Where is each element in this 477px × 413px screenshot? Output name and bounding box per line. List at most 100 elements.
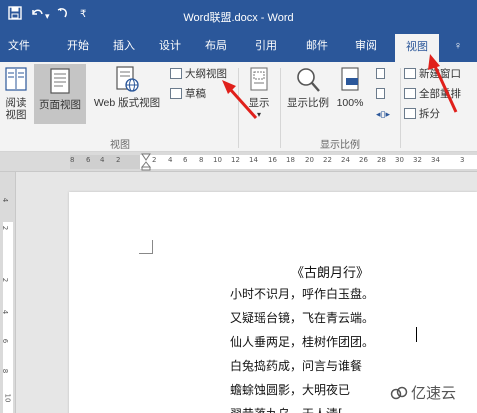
web-layout-label: Web 版式视图 — [93, 97, 161, 109]
ruler-tick-label: 8 — [70, 156, 75, 164]
tell-me-icon[interactable]: ♀ — [448, 30, 468, 62]
tab-layout[interactable]: 布局 — [196, 30, 236, 62]
tab-references[interactable]: 引用 — [246, 30, 286, 62]
arrange-all-label: 全部重排 — [419, 88, 461, 100]
read-mode-label: 阅读 视图 — [5, 97, 27, 121]
views-group-label: 视图 — [110, 140, 130, 151]
vertical-ruler-tick-label: 2 — [1, 225, 10, 231]
vertical-ruler-tick-label: 4 — [1, 309, 10, 315]
vertical-ruler-tick-label: 4 — [1, 197, 10, 203]
outline-button[interactable]: 大纲视图 — [170, 66, 227, 82]
web-layout-icon — [116, 66, 139, 92]
ruler-tick-label: 32 — [413, 156, 422, 164]
document-area[interactable]: 《古朗月行》 小时不识月，呼作白玉盘。 又疑瑶台镜，飞在青云端。 仙人垂两足，桂… — [16, 172, 477, 413]
horizontal-ruler[interactable]: 8 6 4 2 2 4 6 8 10 12 14 16 18 20 22 24 26 28 30 32 34 3 — [0, 152, 477, 172]
split-icon — [404, 108, 416, 119]
multiple-pages-button[interactable] — [376, 86, 388, 102]
ruler-tick-label: 30 — [395, 156, 404, 164]
tab-home[interactable]: 开始 — [58, 30, 98, 62]
text-cursor — [416, 327, 417, 342]
tab-view[interactable]: 视图 — [395, 34, 439, 62]
group-separator — [400, 68, 401, 148]
vertical-ruler[interactable]: 4 2 2 4 6 8 10 — [0, 172, 16, 413]
tab-review[interactable]: 审阅 — [346, 30, 386, 62]
tab-file[interactable]: 文件 — [0, 30, 38, 62]
draft-icon — [170, 88, 182, 99]
split-button[interactable]: 拆分 — [404, 106, 440, 122]
ruler-tick-label: 4 — [168, 156, 173, 164]
watermark-text: 亿速云 — [411, 384, 457, 402]
ruler-tick-label: 6 — [86, 156, 91, 164]
zoom-icon — [297, 68, 320, 92]
new-window-button[interactable]: 新建窗口 — [404, 66, 461, 82]
draft-label: 草稿 — [185, 88, 206, 100]
one-page-icon — [376, 68, 385, 79]
read-mode-button[interactable]: 阅读 视图 — [2, 66, 30, 121]
poem-line[interactable]: 又疑瑶台镜，飞在青云端。 — [230, 309, 374, 326]
ruler-tick-label: 20 — [305, 156, 314, 164]
vertical-ruler-tick-label: 8 — [1, 368, 10, 374]
title-bar: ▾ ₹ Word联盟.docx - Word — [0, 0, 477, 30]
ruler-tick-label: 4 — [100, 156, 105, 164]
new-window-icon — [404, 68, 416, 79]
print-layout-button[interactable]: 页面视图 — [34, 64, 86, 124]
split-label: 拆分 — [419, 108, 440, 120]
group-separator — [238, 68, 239, 148]
tab-insert[interactable]: 插入 — [104, 30, 144, 62]
page-width-button[interactable]: ◂▯▸ — [376, 106, 390, 122]
ribbon-panel: 阅读 视图 页面视图 Web 版式视图 大纲视图 草稿 视图 显示 ▾ 显示比例… — [0, 62, 477, 152]
show-dropdown-icon: ▾ — [256, 110, 261, 119]
ruler-tick-label: 34 — [431, 156, 440, 164]
ruler-tick-label: 8 — [199, 156, 204, 164]
page-width-icon: ◂▯▸ — [376, 109, 390, 119]
tab-mailings[interactable]: 邮件 — [297, 30, 337, 62]
poem-line[interactable]: 蟾蜍蚀圆影，大明夜已 — [230, 381, 350, 398]
indent-marker-icon[interactable] — [141, 153, 151, 171]
ruler-tick-label: 14 — [249, 156, 258, 164]
arrange-all-icon — [404, 88, 416, 99]
document-page[interactable]: 《古朗月行》 小时不识月，呼作白玉盘。 又疑瑶台镜，飞在青云端。 仙人垂两足，桂… — [69, 192, 477, 413]
print-layout-icon — [50, 68, 70, 94]
vertical-ruler-tick-label: 6 — [1, 338, 10, 344]
web-layout-button[interactable]: Web 版式视图 — [90, 66, 164, 109]
ruler-tick-label: 10 — [213, 156, 222, 164]
new-window-label: 新建窗口 — [419, 68, 461, 80]
zoom-label: 显示比例 — [287, 97, 329, 109]
ruler-tick-label: 28 — [377, 156, 386, 164]
ruler-tick-label: 3 — [460, 156, 465, 164]
tab-design[interactable]: 设计 — [150, 30, 190, 62]
window-title: Word联盟.docx - Word — [183, 12, 294, 24]
vertical-ruler-tick-label: 10 — [3, 393, 12, 403]
read-mode-icon — [5, 67, 27, 91]
show-label: 显示 — [248, 97, 270, 109]
ruler-tick-label: 2 — [116, 156, 121, 164]
zoom-100-button[interactable]: 100% — [332, 66, 368, 109]
ruler-tick-label: 16 — [268, 156, 277, 164]
watermark: 亿速云 — [390, 382, 456, 403]
zoom-100-label: 100% — [336, 97, 364, 109]
ruler-tick-label: 2 — [152, 156, 157, 164]
ruler-tick-label: 26 — [359, 156, 368, 164]
outline-label: 大纲视图 — [185, 68, 227, 80]
poem-line[interactable]: 白兔捣药成，问言与谁餐 — [230, 357, 362, 374]
poem-line[interactable]: 羿昔落九乌，天人清[ — [230, 405, 343, 413]
poem-line[interactable]: 仙人垂两足，桂树作团团。 — [230, 333, 374, 350]
ruler-tick-label: 18 — [286, 156, 295, 164]
watermark-logo-icon — [390, 386, 408, 400]
ruler-margin-area — [70, 155, 140, 169]
print-layout-label: 页面视图 — [39, 99, 81, 111]
outline-icon — [170, 68, 182, 79]
zoom-button[interactable]: 显示比例 — [286, 66, 330, 109]
multiple-pages-icon — [376, 88, 385, 99]
ribbon-tabs: 文件 开始 插入 设计 布局 引用 邮件 审阅 视图 ♀ — [0, 30, 477, 62]
poem-line[interactable]: 小时不识月，呼作白玉盘。 — [230, 285, 374, 302]
one-page-button[interactable] — [376, 66, 388, 82]
zoom-100-icon — [341, 67, 359, 91]
vertical-ruler-tick-label: 2 — [1, 277, 10, 283]
poem-title[interactable]: 《古朗月行》 — [291, 262, 369, 281]
ruler-tick-label: 22 — [323, 156, 332, 164]
show-button[interactable]: 显示 ▾ — [244, 66, 274, 121]
arrange-all-button[interactable]: 全部重排 — [404, 86, 461, 102]
draft-button[interactable]: 草稿 — [170, 86, 206, 102]
ruler-tick-label: 12 — [231, 156, 240, 164]
